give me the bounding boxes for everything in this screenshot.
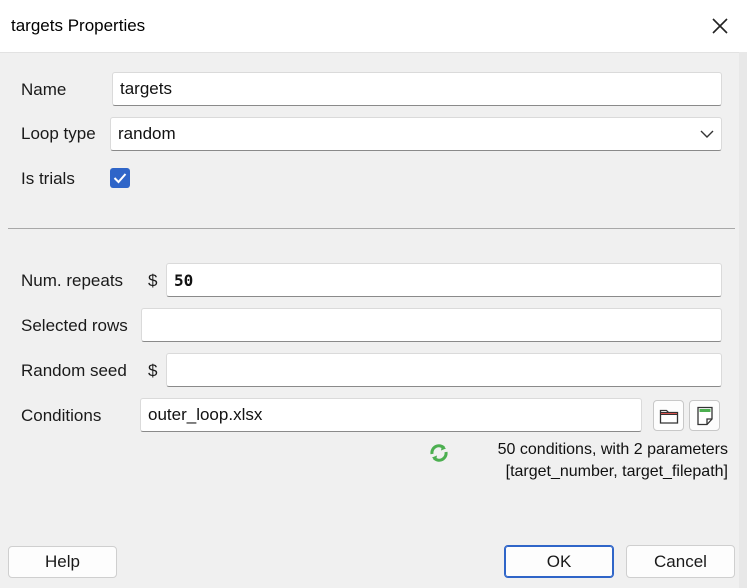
ok-button[interactable]: OK (504, 545, 614, 578)
loop-type-label: Loop type (21, 124, 96, 143)
num-repeats-input[interactable]: 50 (166, 263, 722, 297)
is-trials-checkbox[interactable] (110, 168, 130, 188)
num-repeats-label: Num. repeats (21, 271, 124, 290)
browse-conditions-button[interactable] (653, 400, 684, 431)
edit-conditions-button[interactable] (689, 400, 720, 431)
folder-icon (659, 409, 678, 424)
window-title: targets Properties (11, 16, 146, 35)
chevron-down-icon (700, 130, 714, 138)
name-value: targets (120, 79, 172, 98)
loop-type-select[interactable]: random (110, 117, 722, 151)
is-trials-label: Is trials (21, 169, 75, 188)
selected-rows-input[interactable] (141, 308, 722, 342)
loop-type-value: random (118, 124, 176, 143)
conditions-input[interactable]: outer_loop.xlsx (140, 398, 642, 432)
selected-rows-label: Selected rows (21, 316, 128, 335)
num-repeats-value: 50 (174, 270, 194, 290)
refresh-icon (430, 444, 448, 462)
window-edge (739, 52, 747, 588)
conditions-label: Conditions (21, 406, 102, 425)
num-repeats-dollar: $ (148, 271, 158, 290)
refresh-conditions-button[interactable] (428, 442, 450, 469)
close-icon (712, 18, 728, 34)
random-seed-input[interactable] (166, 353, 722, 387)
checkmark-icon (113, 173, 127, 184)
section-divider (8, 228, 735, 229)
help-button[interactable]: Help (8, 546, 117, 578)
close-button[interactable] (700, 8, 740, 44)
random-seed-dollar: $ (148, 361, 158, 380)
conditions-value: outer_loop.xlsx (148, 405, 263, 424)
conditions-summary: 50 conditions, with 2 parameters (497, 441, 728, 458)
cancel-button[interactable]: Cancel (626, 545, 735, 578)
name-label: Name (21, 80, 67, 99)
conditions-parameters: [target_number, target_filepath] (505, 463, 728, 480)
name-input[interactable]: targets (112, 72, 722, 106)
edit-document-icon (696, 406, 713, 425)
random-seed-label: Random seed (21, 361, 127, 380)
